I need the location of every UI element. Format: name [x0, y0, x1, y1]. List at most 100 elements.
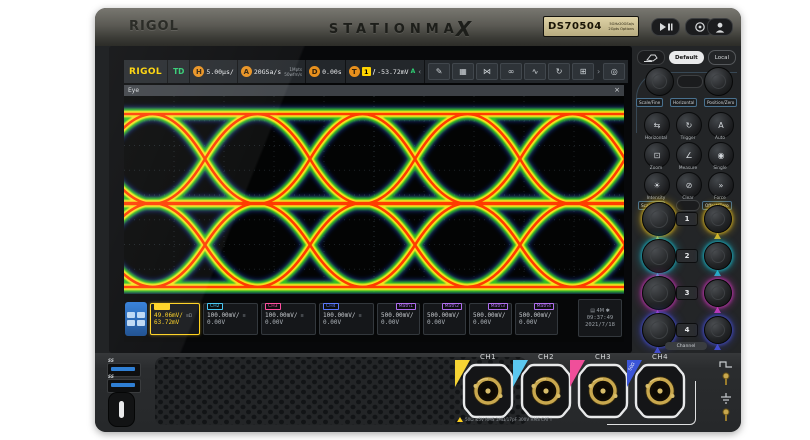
clock-box[interactable]: ▤ 4M ✱ 09:37:49 2021/7/18 [578, 299, 622, 337]
default-button[interactable]: Default [669, 51, 704, 64]
clear-sweep-button[interactable] [637, 50, 665, 65]
zoom-button[interactable]: ⊡ [644, 142, 670, 168]
knob-marker-icon [714, 233, 721, 239]
probe-comp-terminals[interactable] [717, 359, 735, 425]
channels-menu-button[interactable] [125, 302, 147, 336]
measure-button[interactable]: ∠ [676, 142, 702, 168]
ch1-scale-knob[interactable] [642, 202, 676, 236]
jitter-button[interactable]: ∿ [524, 63, 546, 80]
status-box-ch1[interactable]: CH149.06mV/ ≡Ω63.72mV [150, 303, 200, 335]
trigger-control[interactable]: T 1 / -53.72mV A ‹ [346, 60, 424, 83]
bnc-ch2[interactable]: CH2 [520, 362, 572, 420]
horizontal-position-knob[interactable] [704, 67, 733, 96]
screen-bezel: RIGOL TD H 5.00μs/ A 20GSa/s 1Mpts50wfm/… [109, 46, 632, 353]
intensity-button[interactable]: ☀ [644, 172, 670, 198]
model-number: DS70504 [548, 21, 602, 32]
local-button[interactable]: Local [708, 50, 736, 65]
acquisition-control[interactable]: A 20GSa/s 1Mpts50wfm/s [238, 60, 305, 83]
gesture-icon: ◎ [611, 67, 618, 76]
clock-date: 2021/7/18 [579, 322, 621, 329]
status-box-math4[interactable]: Math4500.00mV/0.00V [515, 303, 558, 335]
badge-spec: 2Gpts [606, 27, 619, 32]
channel-offset-value: 0.00V [427, 319, 462, 326]
ch1-label: CH1 [462, 353, 514, 361]
horizontal-button[interactable]: ⇆ [644, 112, 670, 138]
status-box-math2[interactable]: Math2500.00mV/0.00V [423, 303, 466, 335]
gesture-button[interactable]: ◎ [603, 63, 625, 80]
channel-offset-value: 0.00V [265, 319, 312, 326]
ch3-scale-knob[interactable] [642, 276, 676, 310]
eye-window-titlebar[interactable]: Eye × [124, 85, 624, 96]
power-button[interactable] [108, 392, 135, 427]
clear-icon: ⊘ [686, 181, 693, 190]
ch1-select-button[interactable]: 1 [676, 212, 698, 226]
more-chevron-icon[interactable]: › [596, 67, 601, 76]
acquire-mode-indicator[interactable]: TD [168, 60, 189, 83]
cursor-pencil-button[interactable]: ✎ [428, 63, 450, 80]
run-stop-button[interactable] [651, 18, 680, 36]
warning-triangle-icon [457, 417, 463, 422]
ch4-select-button[interactable]: 4 [676, 323, 698, 337]
channel-scale-value: 49.06mV/ ≡Ω [154, 312, 196, 319]
user-button[interactable] [707, 18, 733, 36]
ch3-select-button[interactable]: 3 [676, 286, 698, 300]
ch2-offset-knob[interactable] [704, 242, 732, 270]
dual-marker-button[interactable]: ∞ [500, 63, 522, 80]
ch3-offset-knob[interactable] [704, 279, 732, 307]
auto-button[interactable]: A [708, 112, 734, 138]
force-button[interactable]: » [708, 172, 734, 198]
horizontal-menu-button[interactable] [677, 75, 703, 88]
model-badge: DS70504 5GHz20GSa/s2GptsOptions [543, 16, 639, 37]
grid-menu-icon: ⊞ [580, 67, 587, 76]
horizontal-scale-knob[interactable] [645, 67, 674, 96]
collapse-chevron-icon[interactable]: ‹ [418, 68, 421, 76]
screen: RIGOL TD H 5.00μs/ A 20GSa/s 1Mpts50wfm/… [124, 60, 624, 342]
ch2-scale-knob[interactable] [642, 239, 676, 273]
cursor-pencil-icon: ✎ [436, 67, 443, 76]
trigger-button-label: Trigger [671, 136, 705, 141]
eye-diagram-button[interactable]: ⋈ [476, 63, 498, 80]
status-box-ch4[interactable]: CH4100.00mV/ ≡0.00V [319, 303, 374, 335]
status-box-ch3[interactable]: CH3100.00mV/ ≡0.00V [261, 303, 316, 335]
vertical-menu-button[interactable] [676, 200, 700, 211]
auto-button-label: Auto [703, 136, 737, 141]
badge-spec: Options [619, 27, 634, 32]
trigger-level-value: -53.72mV [377, 68, 408, 76]
channel-scale-value: 500.00mV/ [427, 312, 462, 319]
channel-scale-value: 500.00mV/ [473, 312, 508, 319]
clock-time: 09:37:49 [579, 315, 621, 322]
status-box-math1[interactable]: Math1500.00mV/0.00V [377, 303, 420, 335]
t-badge-icon: T [349, 66, 360, 77]
status-box-ch2[interactable]: CH2100.00mV/ ≡0.00V [203, 303, 258, 335]
eye-diagram-display[interactable] [124, 96, 624, 294]
trigger-mode-indicator: A [411, 68, 416, 75]
search-table-button[interactable]: ▦ [452, 63, 474, 80]
horizontal-scale-control[interactable]: H 5.00μs/ [190, 60, 236, 83]
input-rating-warning: 50Ω ≤5V RMS 1MΩ/17pF 300V RMS CAT I [457, 417, 552, 422]
search-table-icon: ▦ [459, 67, 467, 76]
channel-tab-label: Channel [665, 342, 707, 350]
eye-diagram-icon: ⋈ [483, 67, 491, 76]
grid-menu-button[interactable]: ⊞ [572, 63, 594, 80]
measure-button-label: Measure [671, 166, 705, 171]
channel-status-boxes: CH149.06mV/ ≡Ω63.72mVCH2100.00mV/ ≡0.00V… [150, 303, 561, 335]
label-h-scale: Scale/Fine [636, 98, 663, 107]
rigol-menu-button[interactable]: RIGOL [124, 60, 167, 83]
single-button[interactable]: ◉ [708, 142, 734, 168]
close-icon[interactable]: × [614, 87, 620, 94]
history-button[interactable]: ↻ [548, 63, 570, 80]
status-tab-label: Math3 [488, 303, 508, 310]
trigger-button[interactable]: ↻ [676, 112, 702, 138]
ch4-offset-knob[interactable] [704, 316, 732, 344]
ch1-offset-knob[interactable] [704, 205, 732, 233]
dual-marker-icon: ∞ [508, 67, 515, 76]
usb-port-2[interactable]: SS [107, 379, 141, 393]
status-box-math3[interactable]: Math3500.00mV/0.00V [469, 303, 512, 335]
ch2-select-button[interactable]: 2 [676, 249, 698, 263]
memory-flag: 4M [597, 308, 605, 314]
delay-control[interactable]: D 0.00s [306, 60, 345, 83]
touch-lock-icon [694, 21, 706, 33]
bnc-connector-graphic [462, 362, 514, 420]
clear-button[interactable]: ⊘ [676, 172, 702, 198]
bnc-ch1[interactable]: CH1 [462, 362, 514, 420]
